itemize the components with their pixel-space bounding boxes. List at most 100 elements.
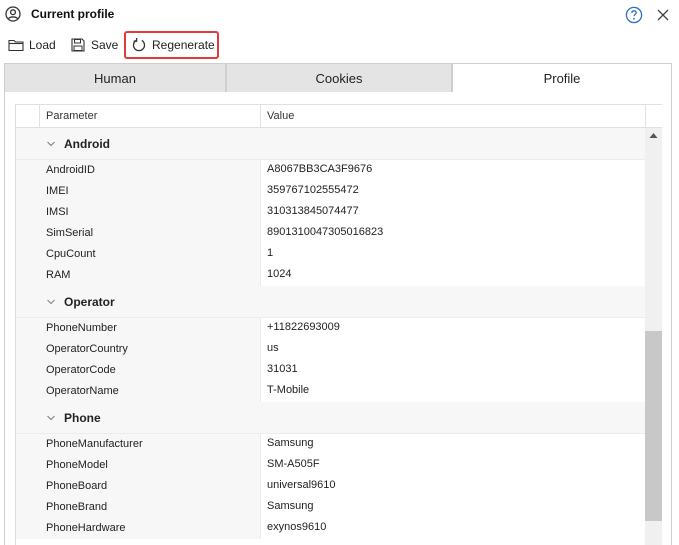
- value-cell[interactable]: T-Mobile: [261, 381, 646, 402]
- value-cell[interactable]: SM-A505F: [261, 455, 646, 476]
- value-cell[interactable]: us: [261, 339, 646, 360]
- value-cell[interactable]: A8067BB3CA3F9676: [261, 160, 646, 181]
- close-icon[interactable]: [655, 7, 671, 23]
- load-label: Load: [29, 38, 56, 52]
- tab-cookies[interactable]: Cookies: [226, 63, 452, 93]
- regenerate-label: Regenerate: [152, 38, 215, 52]
- table-row[interactable]: PhoneBrand Samsung: [16, 497, 646, 518]
- table-row[interactable]: PhoneModel SM-A505F: [16, 455, 646, 476]
- chevron-down-icon[interactable]: [46, 298, 56, 306]
- tab-label: Profile: [543, 70, 581, 86]
- value-cell[interactable]: Samsung: [261, 497, 646, 518]
- param-cell: SimSerial: [40, 223, 261, 244]
- table-row[interactable]: SimSerial 8901310047305016823: [16, 223, 646, 244]
- group-android[interactable]: Android: [16, 128, 646, 160]
- row-indent: [16, 476, 40, 497]
- param-cell: IMSI: [40, 202, 261, 223]
- row-indent: [16, 181, 40, 202]
- help-icon[interactable]: [625, 6, 643, 24]
- save-button[interactable]: Save: [66, 31, 122, 59]
- row-indent: [16, 497, 40, 518]
- row-indent: [16, 223, 40, 244]
- row-indent: [16, 339, 40, 360]
- value-cell[interactable]: 359767102555472: [261, 181, 646, 202]
- value-cell[interactable]: 1024: [261, 265, 646, 286]
- save-label: Save: [91, 38, 119, 52]
- table-row[interactable]: AndroidID A8067BB3CA3F9676: [16, 160, 646, 181]
- param-cell: PhoneModel: [40, 455, 261, 476]
- param-cell: IMEI: [40, 181, 261, 202]
- grid-header: Parameter Value: [16, 104, 662, 128]
- row-indent: [16, 381, 40, 402]
- value-cell[interactable]: 1: [261, 244, 646, 265]
- row-indent: [16, 434, 40, 455]
- group-operator[interactable]: Operator: [16, 286, 646, 318]
- chevron-down-icon[interactable]: [46, 414, 56, 422]
- group-phone[interactable]: Phone: [16, 402, 646, 434]
- table-row[interactable]: PhoneHardware exynos9610: [16, 518, 646, 539]
- scrollbar-thumb[interactable]: [645, 331, 662, 521]
- table-row[interactable]: PhoneBoard universal9610: [16, 476, 646, 497]
- column-header-parameter[interactable]: Parameter: [40, 105, 261, 128]
- table-row[interactable]: IMSI 310313845074477: [16, 202, 646, 223]
- group-label: Android: [64, 137, 110, 151]
- group-label: Operator: [64, 295, 115, 309]
- save-icon: [71, 38, 85, 52]
- value-cell[interactable]: Samsung: [261, 434, 646, 455]
- tab-label: Cookies: [315, 70, 363, 86]
- param-cell: RAM: [40, 265, 261, 286]
- param-cell: OperatorName: [40, 381, 261, 402]
- param-cell: PhoneNumber: [40, 318, 261, 339]
- window-title: Current profile: [31, 7, 115, 21]
- param-cell: PhoneBoard: [40, 476, 261, 497]
- param-cell: CpuCount: [40, 244, 261, 265]
- group-label: Phone: [64, 411, 101, 425]
- chevron-down-icon[interactable]: [46, 140, 56, 148]
- scroll-up-arrow-icon[interactable]: [649, 132, 658, 139]
- table-row[interactable]: OperatorCode 31031: [16, 360, 646, 381]
- tab-label: Human: [94, 70, 136, 86]
- table-row[interactable]: OperatorName T-Mobile: [16, 381, 646, 402]
- table-row[interactable]: PhoneNumber +11822693009: [16, 318, 646, 339]
- tab-bar: Human Cookies Profile: [4, 63, 672, 93]
- value-cell[interactable]: 31031: [261, 360, 646, 381]
- value-cell[interactable]: 8901310047305016823: [261, 223, 646, 244]
- row-indent: [16, 202, 40, 223]
- param-cell: PhoneManufacturer: [40, 434, 261, 455]
- param-cell: OperatorCountry: [40, 339, 261, 360]
- row-indent: [16, 318, 40, 339]
- title-bar: Current profile: [0, 0, 679, 29]
- tab-human[interactable]: Human: [4, 63, 226, 93]
- table-row[interactable]: OperatorCountry us: [16, 339, 646, 360]
- param-cell: OperatorCode: [40, 360, 261, 381]
- row-indent: [16, 160, 40, 181]
- row-indent: [16, 244, 40, 265]
- param-cell: PhoneBrand: [40, 497, 261, 518]
- value-cell[interactable]: universal9610: [261, 476, 646, 497]
- row-indent: [16, 265, 40, 286]
- toolbar: Load Save Regenerate: [0, 29, 679, 61]
- table-row[interactable]: IMEI 359767102555472: [16, 181, 646, 202]
- header-indent: [16, 105, 40, 128]
- column-header-value[interactable]: Value: [261, 105, 646, 128]
- row-indent: [16, 518, 40, 539]
- value-cell[interactable]: 310313845074477: [261, 202, 646, 223]
- table-row[interactable]: RAM 1024: [16, 265, 646, 286]
- folder-icon: [8, 39, 24, 52]
- refresh-icon: [132, 38, 146, 52]
- grid-rows: Android AndroidID A8067BB3CA3F9676 IMEI 35…: [16, 128, 646, 539]
- value-cell[interactable]: +11822693009: [261, 318, 646, 339]
- value-cell[interactable]: exynos9610: [261, 518, 646, 539]
- tab-profile[interactable]: Profile: [452, 63, 672, 93]
- load-button[interactable]: Load: [4, 31, 60, 59]
- property-grid: Parameter Value Android AndroidID A8067BB…: [15, 104, 662, 545]
- table-row[interactable]: CpuCount 1: [16, 244, 646, 265]
- param-cell: AndroidID: [40, 160, 261, 181]
- param-cell: PhoneHardware: [40, 518, 261, 539]
- table-row[interactable]: PhoneManufacturer Samsung: [16, 434, 646, 455]
- regenerate-button[interactable]: Regenerate: [124, 31, 219, 59]
- row-indent: [16, 360, 40, 381]
- profile-icon: [5, 6, 21, 22]
- vertical-scrollbar[interactable]: [645, 128, 662, 545]
- row-indent: [16, 455, 40, 476]
